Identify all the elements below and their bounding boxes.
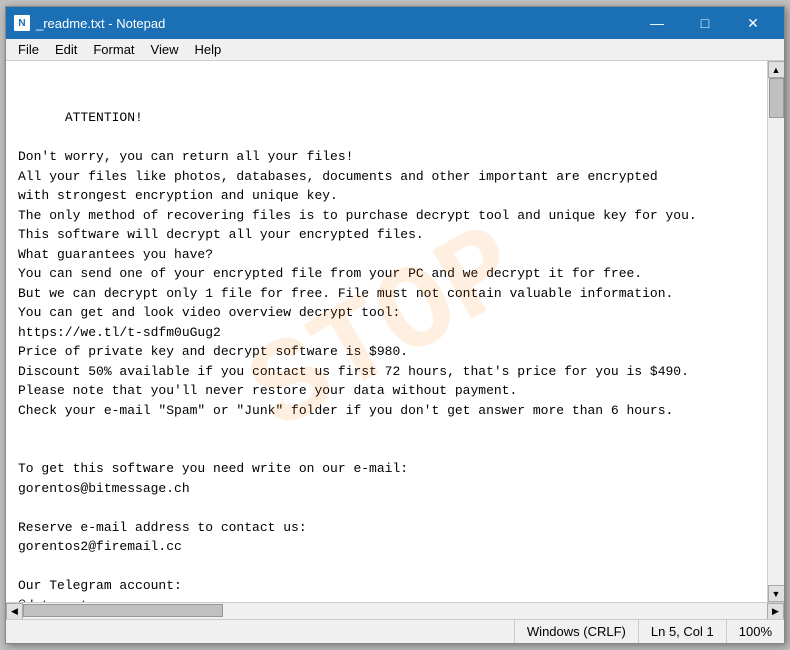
scroll-track-horizontal[interactable] [23, 603, 767, 619]
status-position: Ln 5, Col 1 [639, 620, 727, 643]
status-zoom: 100% [727, 620, 784, 643]
app-icon: N [14, 15, 30, 31]
scroll-left-arrow[interactable]: ◀ [6, 603, 23, 620]
window-controls: — □ ✕ [634, 9, 776, 37]
window-title: _readme.txt - Notepad [36, 16, 634, 31]
menu-edit[interactable]: Edit [47, 40, 85, 59]
status-bar: Windows (CRLF) Ln 5, Col 1 100% [6, 619, 784, 643]
scroll-up-arrow[interactable]: ▲ [768, 61, 785, 78]
scroll-track-vertical[interactable] [768, 78, 784, 585]
close-button[interactable]: ✕ [730, 9, 776, 37]
horizontal-scrollbar[interactable]: ◀ ▶ [6, 602, 784, 619]
title-bar: N _readme.txt - Notepad — □ ✕ [6, 7, 784, 39]
vertical-scrollbar[interactable]: ▲ ▼ [767, 61, 784, 602]
scroll-right-arrow[interactable]: ▶ [767, 603, 784, 620]
menu-bar: File Edit Format View Help [6, 39, 784, 61]
scroll-thumb-vertical[interactable] [769, 78, 784, 118]
menu-help[interactable]: Help [186, 40, 229, 59]
maximize-button[interactable]: □ [682, 9, 728, 37]
scroll-thumb-horizontal[interactable] [23, 604, 223, 617]
content-area: STOP ATTENTION! Don't worry, you can ret… [6, 61, 784, 602]
scroll-down-arrow[interactable]: ▼ [768, 585, 785, 602]
menu-format[interactable]: Format [85, 40, 142, 59]
editor-content: ATTENTION! Don't worry, you can return a… [18, 110, 697, 602]
notepad-window: N _readme.txt - Notepad — □ ✕ File Edit … [5, 6, 785, 644]
status-empty [6, 620, 515, 643]
menu-view[interactable]: View [143, 40, 187, 59]
menu-file[interactable]: File [10, 40, 47, 59]
minimize-button[interactable]: — [634, 9, 680, 37]
text-editor[interactable]: STOP ATTENTION! Don't worry, you can ret… [6, 61, 767, 602]
status-encoding: Windows (CRLF) [515, 620, 639, 643]
